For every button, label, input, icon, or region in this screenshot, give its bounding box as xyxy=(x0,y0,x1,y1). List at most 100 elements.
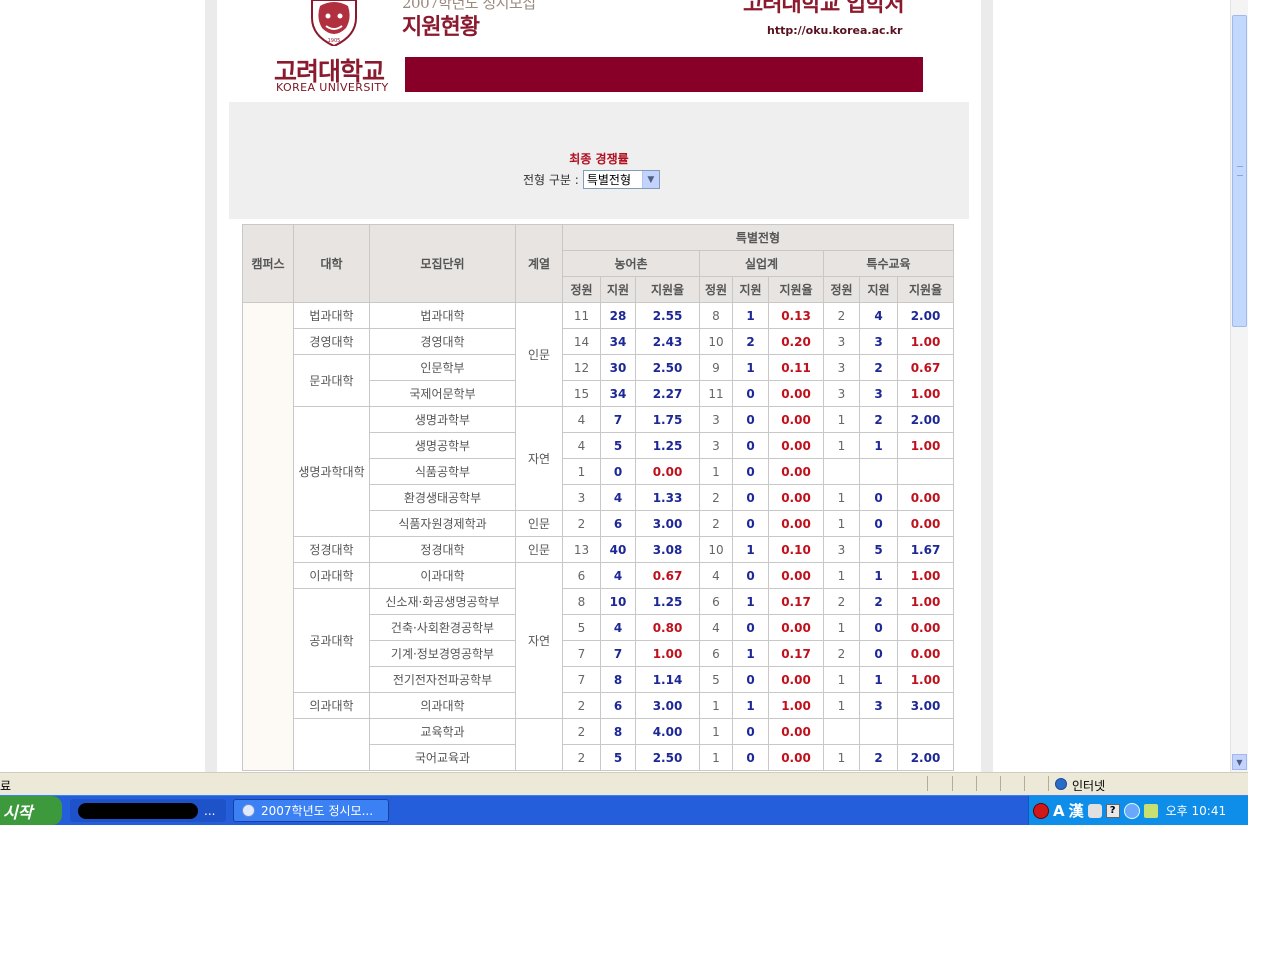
ime-hanja-indicator[interactable]: 漢 xyxy=(1069,800,1084,821)
value-cell: 0 xyxy=(732,380,769,407)
value-cell: 8 xyxy=(562,588,601,615)
value-cell xyxy=(897,458,954,485)
value-cell: 2.00 xyxy=(897,302,954,329)
value-cell: 10 xyxy=(699,536,733,563)
help-icon[interactable]: ? xyxy=(1105,803,1120,818)
value-cell: 2 xyxy=(562,744,601,771)
value-cell: 0 xyxy=(859,640,898,667)
windows-taskbar: 시작 ... 2007학년도 정시모... A 漢 ? 오후 10:41 xyxy=(0,795,1248,825)
header-group-vocational: 실업계 xyxy=(699,250,824,277)
college-cell: 공과대학 xyxy=(293,588,370,693)
value-cell: 4 xyxy=(600,562,636,589)
ime-status-icon[interactable] xyxy=(1033,802,1049,819)
college-cell: 의과대학 xyxy=(293,692,370,719)
value-cell: 11 xyxy=(699,380,733,407)
value-cell: 1 xyxy=(859,562,898,589)
value-cell: 1.00 xyxy=(897,328,954,355)
value-cell: 3 xyxy=(699,432,733,459)
filter-row: 전형 구분 : 특별전형 ▼ xyxy=(523,170,660,189)
value-cell: 10 xyxy=(600,588,636,615)
value-cell: 1.67 xyxy=(897,536,954,563)
value-cell: 4 xyxy=(859,302,898,329)
college-cell: 문과대학 xyxy=(293,354,370,407)
value-cell: 3.00 xyxy=(635,692,700,719)
unit-cell: 법과대학 xyxy=(369,302,516,329)
value-cell: 0 xyxy=(732,458,769,485)
tray-app-icon[interactable] xyxy=(1087,803,1102,818)
value-cell: 0 xyxy=(732,510,769,537)
value-cell: 1 xyxy=(562,458,601,485)
value-cell xyxy=(859,718,898,745)
network-icon[interactable] xyxy=(1143,803,1158,818)
header-applicants: 지원 xyxy=(732,276,769,303)
value-cell: 3 xyxy=(823,380,860,407)
value-cell: 1.00 xyxy=(635,640,700,667)
value-cell: 4 xyxy=(562,406,601,433)
value-cell: 1.00 xyxy=(897,562,954,589)
value-cell: 0 xyxy=(732,406,769,433)
taskbar-item-browser[interactable]: 2007학년도 정시모... xyxy=(233,799,389,822)
value-cell: 1.00 xyxy=(897,380,954,407)
value-cell: 2 xyxy=(859,406,898,433)
start-button[interactable]: 시작 xyxy=(0,796,62,825)
value-cell: 2 xyxy=(859,588,898,615)
value-cell: 5 xyxy=(699,666,733,693)
value-cell: 40 xyxy=(600,536,636,563)
admission-office-link[interactable]: 고려대학교 입학처 xyxy=(743,0,905,18)
value-cell: 0.00 xyxy=(768,718,824,745)
taskbar-item-label: ... xyxy=(204,803,216,818)
value-cell: 2 xyxy=(562,692,601,719)
college-cell xyxy=(293,718,370,771)
value-cell: 0 xyxy=(732,432,769,459)
value-cell: 0.00 xyxy=(897,510,954,537)
value-cell xyxy=(823,458,860,485)
value-cell: 1 xyxy=(699,718,733,745)
status-divider xyxy=(952,776,953,791)
globe-icon xyxy=(1055,778,1067,790)
header-applicants: 지원 xyxy=(600,276,636,303)
admission-type-select[interactable]: 특별전형 ▼ xyxy=(582,170,660,189)
value-cell: 0.00 xyxy=(768,562,824,589)
value-cell: 1 xyxy=(823,406,860,433)
value-cell: 2 xyxy=(859,744,898,771)
applicants-table: 캠퍼스 대학 모집단위 계열 특별전형 농어촌 실업계 특수교육 정원 지원 지… xyxy=(242,224,954,771)
unit-cell: 식품자원경제학과 xyxy=(369,510,516,537)
college-cell: 생명과학대학 xyxy=(293,406,370,537)
value-cell: 2.27 xyxy=(635,380,700,407)
chevron-down-icon[interactable]: ▼ xyxy=(641,171,659,188)
scrollbar-thumb[interactable] xyxy=(1232,15,1247,327)
scroll-down-arrow-icon[interactable]: ▼ xyxy=(1232,754,1247,770)
table-row: 교육학과 2 8 4.00 1 0 0.00 xyxy=(243,718,954,771)
value-cell: 28 xyxy=(600,302,636,329)
value-cell: 0 xyxy=(732,484,769,511)
clock[interactable]: 오후 10:41 xyxy=(1166,802,1226,819)
value-cell: 2 xyxy=(732,328,769,355)
unit-cell: 정경대학 xyxy=(369,536,516,563)
value-cell: 12 xyxy=(562,354,601,381)
header-quota: 정원 xyxy=(823,276,860,303)
status-divider xyxy=(976,776,977,791)
value-cell: 13 xyxy=(562,536,601,563)
table-row: 정경대학 정경대학 인문 13 40 3.08 10 1 0.10 3 5 1.67 xyxy=(243,536,954,563)
grip-icon xyxy=(1237,166,1243,176)
value-cell: 6 xyxy=(699,640,733,667)
chevron-left-icon[interactable] xyxy=(1123,802,1140,819)
ime-alpha-indicator[interactable]: A xyxy=(1053,802,1065,820)
unit-cell: 경영대학 xyxy=(369,328,516,355)
vertical-scrollbar[interactable]: ▼ xyxy=(1230,0,1248,772)
value-cell xyxy=(823,718,860,745)
value-cell: 0.00 xyxy=(768,744,824,771)
value-cell: 4 xyxy=(600,484,636,511)
value-cell: 2 xyxy=(823,640,860,667)
browser-icon xyxy=(242,804,255,817)
taskbar-item-redacted[interactable]: ... xyxy=(70,799,226,822)
value-cell: 9 xyxy=(699,354,733,381)
value-cell: 8 xyxy=(699,302,733,329)
admission-url[interactable]: http://oku.korea.ac.kr xyxy=(767,24,902,37)
value-cell: 0.00 xyxy=(897,640,954,667)
value-cell: 6 xyxy=(562,562,601,589)
taskbar-item-label: 2007학년도 정시모... xyxy=(261,804,374,818)
unit-cell: 전기전자전파공학부 xyxy=(369,666,516,693)
value-cell: 2.00 xyxy=(897,406,954,433)
table-row: 문과대학 인문학부 12 30 2.50 9 1 0.11 3 2 0.67 xyxy=(243,354,954,407)
